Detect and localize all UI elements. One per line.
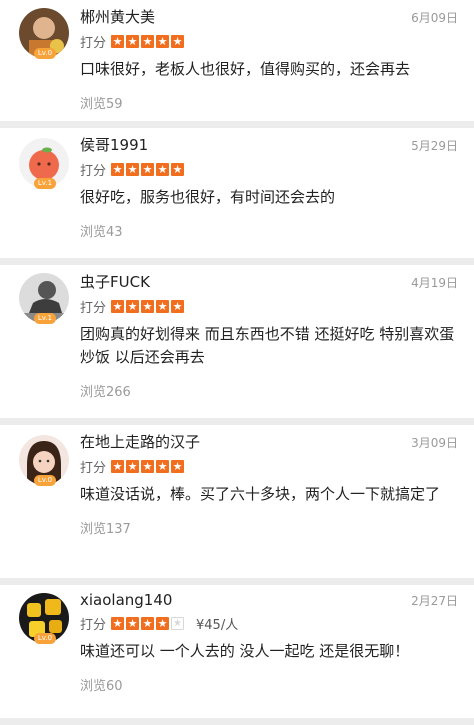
reviewer-name[interactable]: 郴州黄大美 bbox=[80, 6, 155, 27]
star-filled-icon: ★ bbox=[141, 460, 155, 473]
star-filled-icon: ★ bbox=[171, 163, 185, 176]
rating-row: 打分 ★ ★ ★ ★ ★ bbox=[80, 457, 462, 476]
star-filled-icon: ★ bbox=[126, 617, 140, 630]
star-filled-icon: ★ bbox=[126, 163, 140, 176]
review-content: 很好吃，服务也很好，有时间还会去的 bbox=[80, 188, 336, 206]
star-filled-icon: ★ bbox=[111, 300, 125, 313]
star-filled-icon: ★ bbox=[111, 460, 125, 473]
review-date: 2月27日 bbox=[411, 594, 458, 608]
star-filled-icon: ★ bbox=[141, 300, 155, 313]
star-rating: ★ ★ ★ ★ ★ bbox=[111, 617, 185, 630]
star-rating: ★ ★ ★ ★ ★ bbox=[111, 300, 185, 313]
star-filled-icon: ★ bbox=[141, 35, 155, 48]
star-empty-icon: ★ bbox=[171, 617, 185, 630]
reviewer-name[interactable]: 在地上走路的汉子 bbox=[80, 431, 200, 452]
review-item: Lv.0 在地上走路的汉子 3月09日 打分 ★ ★ ★ ★ ★ 味道没话说，棒。买了六… bbox=[0, 425, 474, 578]
reviewer-name[interactable]: 虫子FUCK bbox=[80, 271, 150, 292]
level-badge: Lv.0 bbox=[34, 48, 56, 59]
star-filled-icon: ★ bbox=[111, 35, 125, 48]
review-item: Lv.1 侯哥1991 5月29日 打分 ★ ★ ★ ★ ★ 很好吃，服务也很好，有时间… bbox=[0, 128, 474, 258]
review-date: 4月19日 bbox=[411, 276, 458, 290]
star-filled-icon: ★ bbox=[126, 460, 140, 473]
star-filled-icon: ★ bbox=[156, 35, 170, 48]
review-date: 6月09日 bbox=[411, 11, 458, 25]
rating-row: 打分 ★ ★ ★ ★ ★ bbox=[80, 160, 462, 179]
rating-label: 打分 bbox=[80, 461, 107, 476]
star-filled-icon: ★ bbox=[126, 35, 140, 48]
rating-label: 打分 bbox=[80, 618, 107, 633]
level-badge: Lv.1 bbox=[34, 178, 56, 189]
star-rating: ★ ★ ★ ★ ★ bbox=[111, 163, 185, 176]
view-count: 浏览60 bbox=[80, 679, 123, 694]
reviewer-name[interactable]: 侯哥1991 bbox=[80, 134, 148, 155]
review-content: 味道没话说，棒。买了六十多块，两个人一下就搞定了 bbox=[80, 485, 441, 503]
view-count: 浏览137 bbox=[80, 522, 131, 537]
reviewer-name[interactable]: xiaolang140 bbox=[80, 591, 172, 609]
rating-row: 打分 ★ ★ ★ ★ ★ bbox=[80, 32, 462, 51]
view-count: 浏览43 bbox=[80, 225, 123, 240]
star-filled-icon: ★ bbox=[126, 300, 140, 313]
review-item: Lv.1 虫子FUCK 4月19日 打分 ★ ★ ★ ★ ★ 团购真的好划得来 而且东西… bbox=[0, 265, 474, 418]
star-rating: ★ ★ ★ ★ ★ bbox=[111, 35, 185, 48]
star-filled-icon: ★ bbox=[156, 300, 170, 313]
rating-row: 打分 ★ ★ ★ ★ ★ ¥45/人 bbox=[80, 614, 462, 633]
review-item: Lv.0 xiaolang140 2月27日 打分 ★ ★ ★ ★ ★ ¥45/人 味道… bbox=[0, 585, 474, 718]
view-count: 浏览59 bbox=[80, 97, 123, 112]
star-filled-icon: ★ bbox=[156, 163, 170, 176]
review-list: Lv.0 郴州黄大美 6月09日 打分 ★ ★ ★ ★ ★ 口味很好，老板人也很好，值得… bbox=[0, 0, 474, 718]
level-badge: Lv.0 bbox=[34, 475, 56, 486]
star-filled-icon: ★ bbox=[171, 300, 185, 313]
review-content: 团购真的好划得来 而且东西也不错 还挺好吃 特别喜欢蛋炒饭 以后还会再去 bbox=[80, 325, 455, 366]
review-item: Lv.0 郴州黄大美 6月09日 打分 ★ ★ ★ ★ ★ 口味很好，老板人也很好，值得… bbox=[0, 0, 474, 121]
star-filled-icon: ★ bbox=[111, 617, 125, 630]
star-filled-icon: ★ bbox=[171, 460, 185, 473]
star-filled-icon: ★ bbox=[141, 617, 155, 630]
level-badge: Lv.1 bbox=[34, 313, 56, 324]
rating-label: 打分 bbox=[80, 164, 107, 179]
star-filled-icon: ★ bbox=[156, 617, 170, 630]
star-filled-icon: ★ bbox=[171, 35, 185, 48]
review-content: 味道还可以 一个人去的 没人一起吃 还是很无聊！ bbox=[80, 642, 410, 660]
star-filled-icon: ★ bbox=[141, 163, 155, 176]
rating-label: 打分 bbox=[80, 301, 107, 316]
review-content: 口味很好，老板人也很好，值得购买的，还会再去 bbox=[80, 60, 411, 78]
review-date: 5月29日 bbox=[411, 139, 458, 153]
star-filled-icon: ★ bbox=[111, 163, 125, 176]
review-date: 3月09日 bbox=[411, 436, 458, 450]
rating-label: 打分 bbox=[80, 36, 107, 51]
view-count: 浏览266 bbox=[80, 385, 131, 400]
level-badge: Lv.0 bbox=[34, 633, 56, 644]
star-rating: ★ ★ ★ ★ ★ bbox=[111, 460, 185, 473]
price-per-person: ¥45/人 bbox=[196, 618, 239, 633]
star-filled-icon: ★ bbox=[156, 460, 170, 473]
rating-row: 打分 ★ ★ ★ ★ ★ bbox=[80, 297, 462, 316]
